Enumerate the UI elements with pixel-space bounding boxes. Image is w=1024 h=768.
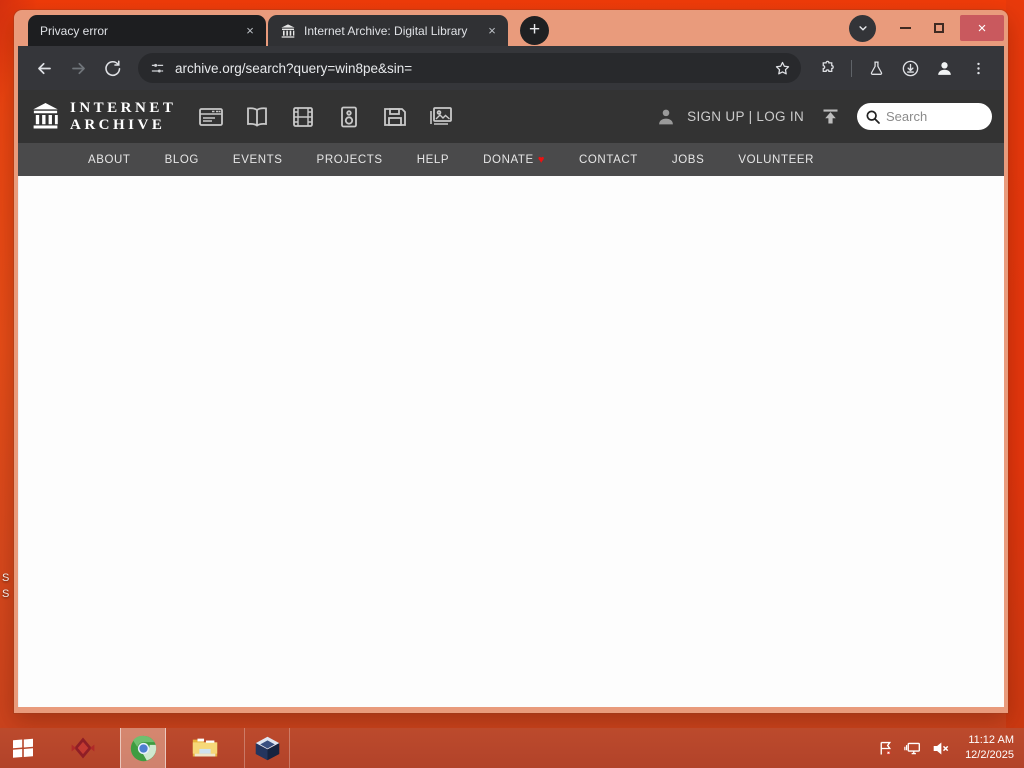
- url-text[interactable]: archive.org/search?query=win8pe&sin=: [175, 61, 769, 76]
- tab-close-icon[interactable]: ×: [484, 23, 500, 39]
- nav-donate-label: DONATE: [483, 153, 534, 166]
- media-type-icons: [198, 105, 454, 129]
- network-status-icon[interactable]: [903, 740, 922, 757]
- header-right: SIGN UP | LOG IN: [655, 103, 992, 130]
- labs-flask-icon[interactable]: [860, 52, 892, 84]
- tab-title: Privacy error: [40, 23, 109, 38]
- start-button[interactable]: [0, 728, 46, 768]
- tab-title: Internet Archive: Digital Library: [304, 23, 468, 38]
- chrome-icon: [130, 735, 156, 761]
- taskbar: 11:12 AM 12/2/2025: [0, 728, 1024, 768]
- system-tray: 11:12 AM 12/2/2025: [877, 733, 1024, 763]
- nav-contact[interactable]: CONTACT: [579, 154, 638, 166]
- toolbar-divider: [851, 59, 852, 77]
- internet-archive-logo[interactable]: INTERNET ARCHIVE: [30, 100, 176, 133]
- nav-about[interactable]: ABOUT: [88, 154, 131, 166]
- archive-nav: ABOUT BLOG EVENTS PROJECTS HELP DONATE ♥ …: [18, 143, 1004, 176]
- clock-time: 11:12 AM: [968, 734, 1014, 747]
- browser-toolbar: archive.org/search?query=win8pe&sin=: [18, 46, 1004, 90]
- archive-wordmark: INTERNET ARCHIVE: [70, 100, 176, 132]
- wordmark-line1: INTERNET: [70, 100, 177, 117]
- browser-window: Privacy error × Internet Archive: Digita…: [14, 10, 1008, 713]
- audio-speaker-icon[interactable]: [336, 105, 362, 129]
- video-film-icon[interactable]: [290, 105, 316, 129]
- account-person-icon[interactable]: [655, 106, 677, 128]
- taskbar-virtualbox-button[interactable]: [244, 728, 290, 768]
- texts-book-icon[interactable]: [244, 105, 270, 129]
- upload-icon[interactable]: [820, 106, 841, 127]
- site-settings-tune-icon[interactable]: [150, 61, 165, 76]
- internet-archive-header: INTERNET ARCHIVE SIGN UP | LOG IN Search: [18, 90, 1004, 143]
- volume-muted-icon[interactable]: [931, 740, 950, 757]
- forward-button[interactable]: [62, 52, 94, 84]
- browser-menu-kebab-icon[interactable]: [962, 52, 994, 84]
- reload-button[interactable]: [96, 52, 128, 84]
- new-tab-button[interactable]: +: [520, 16, 549, 45]
- downloads-icon[interactable]: [894, 52, 926, 84]
- nav-jobs[interactable]: JOBS: [672, 154, 704, 166]
- tab-internet-archive[interactable]: Internet Archive: Digital Library ×: [268, 15, 508, 46]
- action-center-flag-icon[interactable]: [877, 740, 894, 757]
- window-caption-controls: ×: [849, 10, 1004, 46]
- tab-close-icon[interactable]: ×: [242, 23, 258, 39]
- window-close-button[interactable]: ×: [960, 15, 1004, 41]
- nav-donate[interactable]: DONATE ♥: [483, 154, 545, 166]
- virtualbox-icon: [255, 736, 279, 760]
- taskbar-chrome-button[interactable]: [120, 728, 166, 768]
- taskbar-clock[interactable]: 11:12 AM 12/2/2025: [965, 733, 1014, 763]
- archive-search-box[interactable]: [857, 103, 992, 130]
- taskbar-file-explorer-button[interactable]: [182, 728, 228, 768]
- clock-date: 12/2/2025: [965, 749, 1014, 761]
- tab-search-chevron-icon[interactable]: [849, 14, 876, 42]
- nav-projects[interactable]: PROJECTS: [317, 154, 383, 166]
- signup-login-link[interactable]: SIGN UP | LOG IN: [687, 109, 804, 124]
- desktop: S S Privacy error × Internet Archive: Di…: [0, 0, 1024, 768]
- heart-icon: ♥: [537, 153, 545, 166]
- extensions-puzzle-icon[interactable]: [811, 52, 843, 84]
- profile-avatar-icon[interactable]: [928, 52, 960, 84]
- taskbar-app-red-icon[interactable]: [60, 728, 106, 768]
- images-photos-icon[interactable]: [428, 105, 454, 129]
- bookmark-star-icon[interactable]: [769, 55, 795, 81]
- archive-search-input[interactable]: [886, 109, 976, 124]
- desktop-icon-label-fragment: S: [2, 572, 10, 584]
- back-button[interactable]: [28, 52, 60, 84]
- file-explorer-icon: [192, 738, 218, 757]
- address-bar[interactable]: archive.org/search?query=win8pe&sin=: [138, 53, 801, 83]
- nav-events[interactable]: EVENTS: [233, 154, 283, 166]
- search-icon: [866, 109, 880, 124]
- nav-blog[interactable]: BLOG: [165, 154, 199, 166]
- web-icon[interactable]: [198, 105, 224, 129]
- wordmark-line2: ARCHIVE: [70, 116, 166, 133]
- page-content: [18, 176, 1004, 707]
- archive-building-icon: [33, 102, 58, 129]
- minimize-button[interactable]: [888, 15, 922, 41]
- nav-help[interactable]: HELP: [417, 154, 449, 166]
- nav-volunteer[interactable]: VOLUNTEER: [738, 154, 814, 166]
- archive-favicon-icon: [280, 23, 296, 39]
- maximize-button[interactable]: [922, 15, 956, 41]
- tab-strip: Privacy error × Internet Archive: Digita…: [18, 10, 1004, 46]
- software-floppy-icon[interactable]: [382, 105, 408, 129]
- tab-privacy-error[interactable]: Privacy error ×: [28, 15, 266, 46]
- desktop-icon-label-fragment: S: [2, 588, 10, 600]
